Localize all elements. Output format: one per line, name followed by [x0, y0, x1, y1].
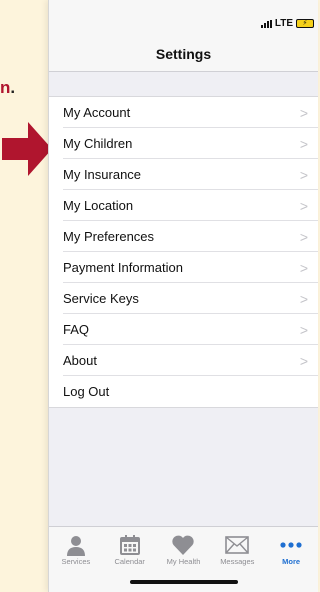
settings-item-my-preferences[interactable]: My Preferences >	[49, 221, 318, 252]
chevron-right-icon: >	[299, 259, 308, 276]
settings-item-payment-information[interactable]: Payment Information >	[49, 252, 318, 283]
settings-item-label: My Children	[63, 136, 133, 151]
heart-icon	[171, 533, 195, 557]
chevron-right-icon: >	[299, 352, 308, 369]
person-icon	[65, 533, 87, 557]
chevron-right-icon: >	[299, 166, 308, 183]
settings-item-my-location[interactable]: My Location >	[49, 190, 318, 221]
background-text: n.	[0, 78, 15, 98]
settings-item-about[interactable]: About >	[49, 345, 318, 376]
background-letter: n	[0, 78, 11, 97]
page-title: Settings	[155, 45, 212, 62]
battery-icon: ⚡	[296, 19, 314, 28]
chevron-right-icon: >	[299, 197, 308, 214]
tab-bar: Services Calendar My Health Messages Mor…	[49, 526, 318, 592]
tab-label: My Health	[166, 557, 201, 566]
settings-item-label: My Account	[63, 105, 131, 120]
envelope-icon	[225, 533, 250, 557]
settings-item-log-out[interactable]: Log Out	[49, 376, 318, 407]
calendar-icon	[119, 533, 141, 557]
signal-icon	[260, 19, 272, 28]
tab-calendar[interactable]: Calendar	[103, 533, 157, 575]
settings-item-label: Payment Information	[63, 260, 183, 275]
settings-item-my-children[interactable]: My Children >	[49, 128, 318, 159]
settings-item-label: My Insurance	[63, 167, 142, 182]
charging-bolt-icon: ⚡	[302, 20, 308, 27]
settings-item-label: Service Keys	[63, 291, 139, 306]
background-period: .	[10, 78, 16, 97]
tab-more[interactable]: More	[264, 533, 318, 575]
settings-item-my-account[interactable]: My Account >	[49, 97, 318, 128]
chevron-right-icon: >	[299, 290, 308, 307]
tab-label: More	[282, 557, 301, 566]
tab-services[interactable]: Services	[49, 533, 103, 575]
settings-item-label: My Location	[63, 198, 134, 213]
chevron-right-icon: >	[299, 104, 308, 121]
tab-messages[interactable]: Messages	[210, 533, 264, 575]
tab-label: Calendar	[114, 557, 145, 566]
tab-my-health[interactable]: My Health	[157, 533, 211, 575]
chevron-right-icon: >	[299, 135, 308, 152]
nav-bar: Settings	[49, 36, 318, 72]
tab-label: Services	[61, 557, 91, 566]
settings-item-service-keys[interactable]: Service Keys >	[49, 283, 318, 314]
settings-list: My Account > My Children > My Insurance …	[49, 96, 318, 408]
settings-item-faq[interactable]: FAQ >	[49, 314, 318, 345]
carrier-label: LTE	[274, 18, 293, 29]
phone-screen: LTE ⚡ Settings My Account > My Children …	[48, 0, 318, 592]
chevron-right-icon: >	[299, 228, 308, 245]
more-dots-icon	[279, 533, 303, 557]
status-indicators: LTE ⚡	[260, 18, 314, 29]
chevron-right-icon: >	[299, 321, 308, 338]
tab-list: Services Calendar My Health Messages Mor…	[49, 527, 318, 575]
settings-item-label: About	[63, 353, 97, 368]
home-indicator[interactable]	[129, 580, 238, 584]
settings-item-label: My Preferences	[63, 229, 155, 244]
settings-item-label: FAQ	[63, 322, 90, 337]
pointer-arrow-icon	[2, 122, 52, 176]
settings-item-my-insurance[interactable]: My Insurance >	[49, 159, 318, 190]
tab-label: Messages	[220, 557, 255, 566]
status-bar: LTE ⚡	[49, 0, 318, 36]
settings-item-label: Log Out	[63, 384, 110, 399]
